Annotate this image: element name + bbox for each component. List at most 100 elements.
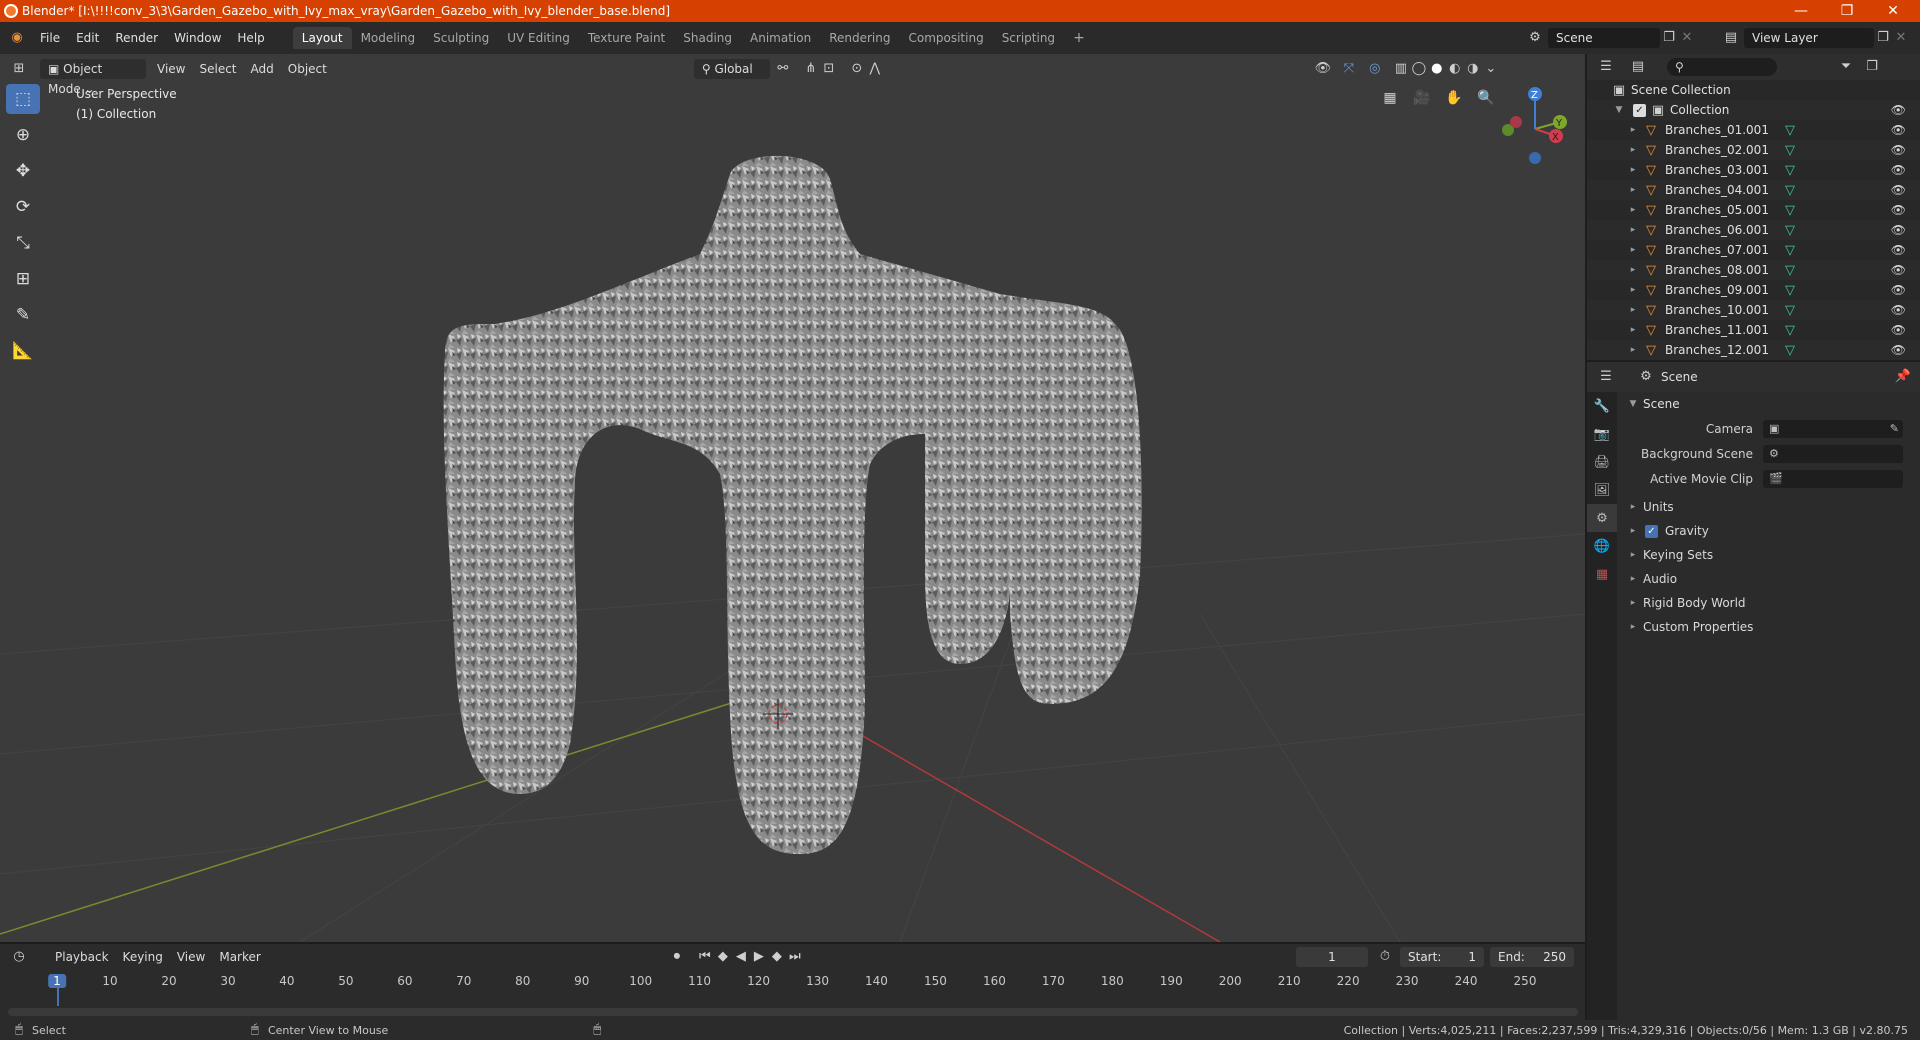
tab-texture-paint[interactable]: Texture Paint (579, 27, 674, 49)
tab-animation[interactable]: Animation (741, 27, 820, 49)
rotate-tool[interactable]: ⟳ (6, 192, 40, 222)
editor-type-icon[interactable]: ⊞ (10, 60, 28, 78)
outliner-item[interactable]: ▸ ▽ Branches_07.001 ▽ 👁 (1587, 240, 1920, 260)
viewport-menu-object[interactable]: Object (281, 59, 334, 79)
outliner-item[interactable]: ▸ ▽ Branches_08.001 ▽ 👁 (1587, 260, 1920, 280)
menu-window[interactable]: Window (166, 27, 229, 49)
world-tab-icon[interactable]: 🌐 (1587, 532, 1617, 560)
mesh-data-icon[interactable]: ▽ (1782, 143, 1798, 158)
object-mode-dropdown[interactable]: ▣ Object Mode ⌄ (40, 59, 146, 96)
scene-field[interactable]: Scene (1548, 28, 1660, 48)
visibility-eye-icon[interactable]: 👁 (1891, 163, 1906, 177)
expand-icon[interactable]: ▸ (1627, 185, 1639, 195)
grid-view-icon[interactable]: ▦ (1378, 86, 1402, 110)
scene-tab-icon-active[interactable]: ⚙ (1587, 504, 1617, 532)
collection-exclude-checkbox[interactable]: ✓ (1633, 103, 1646, 117)
scene-section-header[interactable]: ▼ Scene (1617, 392, 1920, 416)
pivot-icon[interactable]: ⚯ (774, 60, 792, 78)
minimize-button[interactable]: — (1778, 0, 1824, 22)
new-scene-icon[interactable]: ❐ (1660, 29, 1678, 47)
close-button[interactable]: ✕ (1870, 0, 1916, 22)
outliner-item[interactable]: ▸ ▽ Branches_11.001 ▽ 👁 (1587, 320, 1920, 340)
xray-toggle-icon[interactable]: ▥ (1392, 60, 1410, 78)
subsection-rigid-body-world[interactable]: ▸ Rigid Body World (1617, 591, 1920, 615)
expand-icon[interactable]: ▸ (1627, 165, 1639, 175)
mesh-data-icon[interactable]: ▽ (1782, 263, 1798, 278)
subsection-custom-properties[interactable]: ▸ Custom Properties (1617, 615, 1920, 639)
tab-scripting[interactable]: Scripting (993, 27, 1064, 49)
move-tool[interactable]: ✥ (6, 156, 40, 186)
outliner-editor-icon[interactable]: ☰ (1597, 58, 1615, 76)
expand-icon[interactable]: ▸ (1627, 125, 1639, 135)
subsection-gravity[interactable]: ▸ ✓ Gravity (1617, 519, 1920, 543)
new-view-layer-icon[interactable]: ❐ (1874, 29, 1892, 47)
view-layer-tab-icon[interactable]: 🖼 (1587, 476, 1617, 504)
mesh-data-icon[interactable]: ▽ (1782, 323, 1798, 338)
outliner-item[interactable]: ▸ ▽ Branches_09.001 ▽ 👁 (1587, 280, 1920, 300)
outliner-item[interactable]: ▸ ▽ Branches_06.001 ▽ 👁 (1587, 220, 1920, 240)
viewport-menu-view[interactable]: View (150, 59, 192, 79)
tool-tab-icon[interactable]: 🔧 (1587, 392, 1617, 420)
tab-shading[interactable]: Shading (674, 27, 741, 49)
mesh-data-icon[interactable]: ▽ (1782, 243, 1798, 258)
collection-expand-icon[interactable]: ▼ (1613, 105, 1625, 115)
snap-target-icon[interactable]: ⊡ (820, 60, 838, 78)
annotate-tool[interactable]: ✎ (6, 300, 40, 330)
rendered-shading-icon[interactable]: ◑ (1464, 60, 1482, 78)
mesh-data-icon[interactable]: ▽ (1782, 303, 1798, 318)
scale-tool[interactable]: ⤡ (6, 228, 40, 258)
snap-icon[interactable]: ⋔ (802, 60, 820, 78)
menu-edit[interactable]: Edit (68, 27, 107, 49)
gravity-checkbox[interactable]: ✓ (1645, 524, 1658, 538)
visibility-eye-icon[interactable]: 👁 (1891, 243, 1906, 257)
mesh-data-icon[interactable]: ▽ (1782, 343, 1798, 358)
menu-file[interactable]: File (32, 27, 68, 49)
3d-viewport[interactable]: Z Y X ⊞ ▣ Object Mode ⌄ View Select Add Obj… (0, 54, 1585, 942)
outliner-item[interactable]: ▸ ▽ Branches_03.001 ▽ 👁 (1587, 160, 1920, 180)
outliner-item[interactable]: ▸ ▽ Branches_05.001 ▽ 👁 (1587, 200, 1920, 220)
outliner-item[interactable]: ▸ ▽ Branches_01.001 ▽ 👁 (1587, 120, 1920, 140)
expand-icon[interactable]: ▸ (1627, 285, 1639, 295)
shading-options-icon[interactable]: ⌄ (1482, 60, 1500, 78)
expand-icon[interactable]: ▸ (1627, 225, 1639, 235)
visibility-eye-icon[interactable]: 👁 (1891, 343, 1906, 357)
tab-uv-editing[interactable]: UV Editing (498, 27, 579, 49)
display-mode-icon[interactable]: ▤ (1629, 58, 1647, 76)
mesh-data-icon[interactable]: ▽ (1782, 123, 1798, 138)
camera-field[interactable]: ▣ ✎ (1763, 419, 1903, 438)
subsection-units[interactable]: ▸ Units (1617, 495, 1920, 519)
transform-orientation-dropdown[interactable]: ⚲ Global (693, 59, 770, 79)
expand-icon[interactable]: ▸ (1627, 325, 1639, 335)
wireframe-shading-icon[interactable]: ◯ (1410, 60, 1428, 78)
gizmo-toggle-icon[interactable]: ⤧ (1340, 60, 1358, 78)
select-box-tool[interactable]: ⬚ (6, 84, 40, 114)
outliner-item[interactable]: ▸ ▽ Branches_10.001 ▽ 👁 (1587, 300, 1920, 320)
properties-editor-icon[interactable]: ☰ (1597, 368, 1615, 386)
visibility-eye-icon[interactable]: 👁 (1891, 223, 1906, 237)
outliner-item[interactable]: ▸ ▽ Branches_12.001 ▽ 👁 (1587, 340, 1920, 360)
visibility-eye-icon[interactable]: 👁 (1891, 263, 1906, 277)
visibility-eye-icon[interactable]: 👁 (1891, 123, 1906, 137)
tab-modeling[interactable]: Modeling (352, 27, 425, 49)
viewport-menu-add[interactable]: Add (244, 59, 281, 79)
zoom-icon[interactable]: 🔍 (1474, 86, 1498, 110)
visibility-eye-icon[interactable]: 👁 (1891, 303, 1906, 317)
scene-icon[interactable]: ⚙ (1526, 29, 1544, 47)
tab-sculpting[interactable]: Sculpting (424, 27, 498, 49)
solid-shading-icon[interactable]: ● (1428, 60, 1446, 78)
subsection-keying-sets[interactable]: ▸ Keying Sets (1617, 543, 1920, 567)
tab-rendering[interactable]: Rendering (820, 27, 899, 49)
expand-icon[interactable]: ▸ (1627, 205, 1639, 215)
visibility-eye-icon[interactable]: 👁 (1891, 183, 1906, 197)
maximize-button[interactable]: ❐ (1824, 0, 1870, 22)
timeline-scrollbar[interactable] (8, 1008, 1578, 1016)
expand-icon[interactable]: ▸ (1627, 145, 1639, 155)
expand-icon[interactable]: ▸ (1627, 305, 1639, 315)
delete-scene-icon[interactable]: ✕ (1678, 29, 1696, 47)
subsection-audio[interactable]: ▸ Audio (1617, 567, 1920, 591)
visibility-eye-icon[interactable]: 👁 (1891, 203, 1906, 217)
eyedropper-icon[interactable]: ✎ (1890, 420, 1899, 438)
mesh-data-icon[interactable]: ▽ (1782, 183, 1798, 198)
tab-layout[interactable]: Layout (292, 27, 352, 49)
menu-help[interactable]: Help (229, 27, 272, 49)
